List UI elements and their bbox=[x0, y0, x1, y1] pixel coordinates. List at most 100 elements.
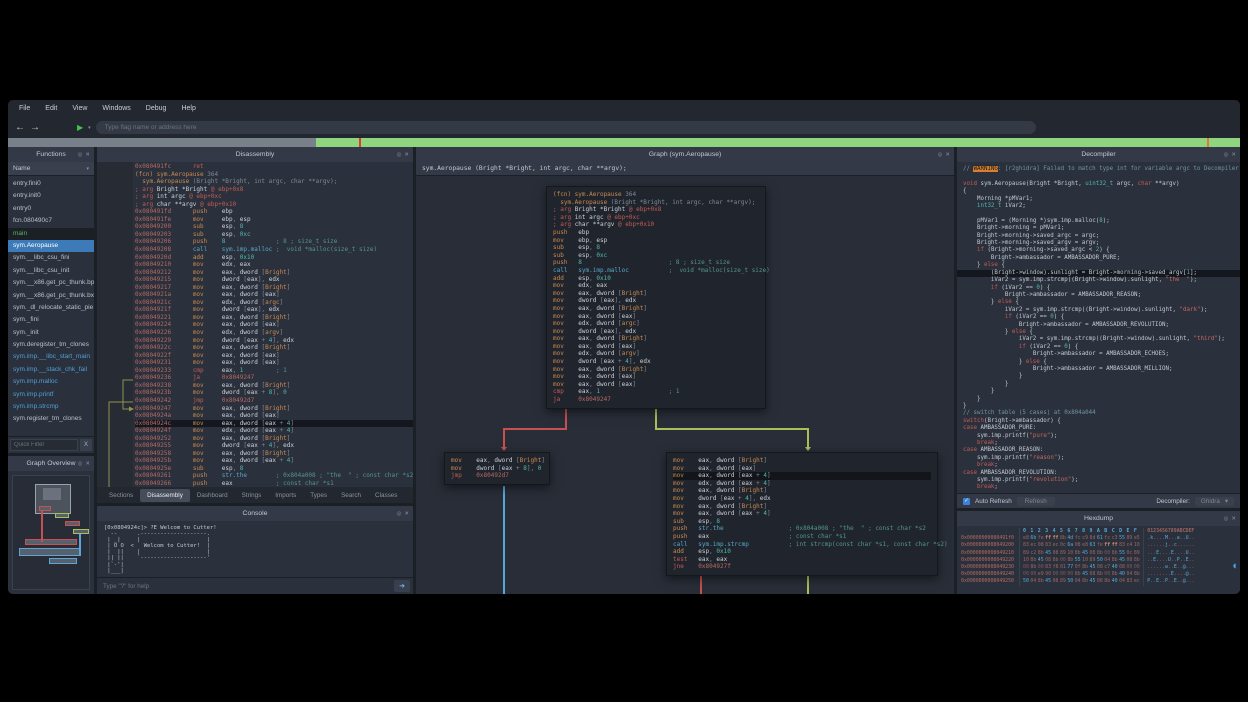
disassembly-line[interactable]: 0x0804921c mov edx, dword [argc] bbox=[135, 299, 413, 307]
close-icon[interactable]: ✕ bbox=[85, 461, 90, 467]
graph-overview-minimap[interactable] bbox=[12, 475, 90, 590]
decompiler-line[interactable]: } else { bbox=[963, 359, 1240, 366]
menu-windows[interactable]: Windows bbox=[102, 105, 130, 112]
decompiler-code[interactable]: // WARNING: [r2ghidra] Failed to match t… bbox=[957, 162, 1240, 493]
function-list-item[interactable]: sym.imp.printf bbox=[8, 389, 94, 401]
console-command-input[interactable] bbox=[97, 583, 394, 590]
decompiler-line[interactable]: } bbox=[963, 388, 1240, 395]
pin-icon[interactable]: ◎ bbox=[78, 461, 83, 467]
seek-bar[interactable] bbox=[8, 138, 1240, 147]
decompiler-line[interactable]: } else { bbox=[963, 329, 1240, 336]
disassembly-line[interactable]: 0x08049206 push 8 ; 8 ; size_t size bbox=[135, 238, 413, 246]
disassembly-line[interactable]: 0x08049226 mov edx, dword [argv] bbox=[135, 329, 413, 337]
function-list-item[interactable]: entry.fini0 bbox=[8, 178, 94, 190]
close-icon[interactable]: ✕ bbox=[945, 152, 950, 158]
disassembly-line[interactable]: 0x08049212 mov eax, dword [Bright] bbox=[135, 269, 413, 277]
tab-sections[interactable]: Sections bbox=[102, 489, 140, 502]
play-dropdown-caret-icon[interactable]: ▾ bbox=[88, 125, 91, 131]
decompiler-line[interactable] bbox=[963, 210, 1240, 217]
disassembly-view[interactable]: 0x080491fc ret(fcn) sym.Aeropause 364 sy… bbox=[97, 162, 413, 487]
decompiler-line[interactable]: Bright->ambassador = AMBASSADOR_REVOLUTI… bbox=[963, 322, 1240, 329]
menu-file[interactable]: File bbox=[19, 105, 30, 112]
function-list-item[interactable]: entry.init0 bbox=[8, 190, 94, 202]
decompiler-line[interactable]: sym.imp.printf("reason"); bbox=[963, 455, 1240, 462]
decompiler-line[interactable]: if (iVar2 == 0) { bbox=[963, 285, 1240, 292]
function-list-item[interactable]: sym._dl_relocate_static_pie bbox=[8, 302, 94, 314]
disassembly-line[interactable]: 0x0804922c mov eax, dword [Bright] bbox=[135, 344, 413, 352]
disassembly-line[interactable]: 0x0804925b mov eax, dword [eax + 4] bbox=[135, 457, 413, 465]
pin-icon[interactable]: ◎ bbox=[397, 511, 402, 517]
decompiler-line[interactable]: void sym.Aeropause(Bright *Bright, uint3… bbox=[963, 181, 1240, 188]
decompiler-line[interactable]: } bbox=[963, 373, 1240, 380]
refresh-button[interactable]: Refresh bbox=[1017, 497, 1055, 506]
disassembly-line[interactable]: 0x08049233 cmp eax, 1 ; 1 bbox=[135, 367, 413, 375]
decompiler-line[interactable]: iVar2 = sym.imp.strcmp((Bright->window).… bbox=[963, 277, 1240, 284]
disassembly-line[interactable]: 0x08049236 ja 0x8049247 bbox=[135, 374, 413, 382]
disassembly-line[interactable]: 0x08049217 mov eax, dword [Bright] bbox=[135, 284, 413, 292]
disassembly-line[interactable]: ; arg char **argv @ ebp+0x10 bbox=[135, 201, 413, 209]
decompiler-line[interactable]: break; bbox=[963, 462, 1240, 469]
disassembly-line[interactable]: 0x08049210 mov edx, eax bbox=[135, 261, 413, 269]
console-send-icon[interactable]: ➜ bbox=[394, 580, 410, 592]
decompiler-line[interactable]: case AMBASSADOR_REASON: bbox=[963, 447, 1240, 454]
disassembly-line[interactable]: 0x0804925e sub esp, 8 bbox=[135, 465, 413, 473]
disassembly-line[interactable]: 0x08049221 mov eax, dword [Bright] bbox=[135, 314, 413, 322]
function-list-item[interactable]: sym.Aeropause bbox=[8, 240, 94, 252]
function-list-item[interactable]: main bbox=[8, 228, 94, 240]
decompiler-line[interactable]: } bbox=[963, 396, 1240, 403]
tab-disassembly[interactable]: Disassembly bbox=[140, 489, 190, 502]
decompiler-line[interactable]: int32_t iVar2; bbox=[963, 203, 1240, 210]
menu-help[interactable]: Help bbox=[181, 105, 195, 112]
decompiler-line[interactable]: sym.imp.printf("pure"); bbox=[963, 433, 1240, 440]
decompiler-line[interactable] bbox=[963, 173, 1240, 180]
function-list-item[interactable]: sym.__x86.get_pc_thunk.bp bbox=[8, 277, 94, 289]
close-icon[interactable]: ✕ bbox=[404, 152, 409, 158]
function-list-item[interactable]: sym.imp.strcmp bbox=[8, 401, 94, 413]
decompiler-line[interactable]: switch(Bright->ambassador) { bbox=[963, 418, 1240, 425]
decompiler-line[interactable]: pMVar1 = (Morning *)sym.imp.malloc(8); bbox=[963, 218, 1240, 225]
disassembly-line[interactable]: 0x0804921f mov dword [eax], edx bbox=[135, 306, 413, 314]
decompiler-line[interactable]: break; bbox=[963, 484, 1240, 491]
tab-dashboard[interactable]: Dashboard bbox=[190, 489, 235, 502]
disassembly-line[interactable]: ; arg Bright *Bright @ ebp+0x8 bbox=[135, 186, 413, 194]
disassembly-line[interactable]: 0x08049258 mov eax, dword [Bright] bbox=[135, 450, 413, 458]
forward-arrow-icon[interactable]: → bbox=[30, 123, 40, 133]
disassembly-line[interactable]: 0x08049261 push str.the ; 0x804a008 ; "t… bbox=[135, 472, 413, 480]
function-list-item[interactable]: sym.register_tm_clones bbox=[8, 413, 94, 425]
function-list-item[interactable]: sym.imp.__stack_chk_fail bbox=[8, 364, 94, 376]
tab-strings[interactable]: Strings bbox=[235, 489, 269, 502]
disassembly-line[interactable]: 0x0804924f mov edx, dword [eax + 4] bbox=[135, 427, 413, 435]
disassembly-line[interactable]: 0x08049255 mov dword [eax + 4], edx bbox=[135, 442, 413, 450]
decompiler-select[interactable]: Ghidra ▾ bbox=[1195, 497, 1234, 506]
quick-filter-input[interactable] bbox=[10, 439, 78, 451]
function-list-item[interactable]: sym.__x86.get_pc_thunk.bx bbox=[8, 290, 94, 302]
disassembly-line[interactable]: 0x08049247 mov eax, dword [Bright] bbox=[135, 405, 413, 413]
decompiler-line[interactable]: } else { bbox=[963, 299, 1240, 306]
close-icon[interactable]: ✕ bbox=[85, 152, 90, 158]
disassembly-line[interactable]: 0x08049231 mov eax, dword [eax] bbox=[135, 359, 413, 367]
disassembly-line[interactable]: 0x0804920d add esp, 0x10 bbox=[135, 254, 413, 262]
decompiler-line[interactable]: Bright->morning->saved_argc = argc; bbox=[963, 233, 1240, 240]
disassembly-line[interactable]: 0x08049238 mov eax, dword [Bright] bbox=[135, 382, 413, 390]
graph-canvas[interactable]: (fcn) sym.Aeropause 364 sym.Aeropause (B… bbox=[416, 176, 954, 594]
decompiler-line[interactable]: Bright->morning->saved_argv = argv; bbox=[963, 240, 1240, 247]
function-list-item[interactable]: sym.__libc_csu_init bbox=[8, 265, 94, 277]
disassembly-line[interactable]: 0x0804923b mov dword [eax + 8], 0 bbox=[135, 389, 413, 397]
disassembly-line[interactable]: 0x08049200 sub esp, 8 bbox=[135, 223, 413, 231]
graph-node-entry[interactable]: (fcn) sym.Aeropause 364 sym.Aeropause (B… bbox=[546, 186, 766, 409]
decompiler-line[interactable]: // switch table (5 cases) at 0x804a044 bbox=[963, 410, 1240, 417]
decompiler-line[interactable]: Bright->ambassador = AMBASSADOR_PURE; bbox=[963, 255, 1240, 262]
disassembly-line[interactable]: 0x08049224 mov eax, dword [eax] bbox=[135, 321, 413, 329]
function-list-item[interactable]: fcn.080490c7 bbox=[8, 215, 94, 227]
menu-view[interactable]: View bbox=[72, 105, 87, 112]
close-icon[interactable]: ✕ bbox=[1231, 152, 1236, 158]
disassembly-line[interactable]: (fcn) sym.Aeropause 364 bbox=[135, 171, 413, 179]
decompiler-line[interactable]: } else { bbox=[963, 262, 1240, 269]
decompiler-line[interactable]: Bright->morning = pMVar1; bbox=[963, 225, 1240, 232]
disassembly-line[interactable]: 0x080491fc ret bbox=[135, 163, 413, 171]
disassembly-line[interactable]: ; arg int argc @ ebp+0xc bbox=[135, 193, 413, 201]
pin-icon[interactable]: ◎ bbox=[397, 152, 402, 158]
function-list-item[interactable]: sym.imp.__libc_start_main bbox=[8, 351, 94, 363]
function-list-item[interactable]: sym._fini bbox=[8, 314, 94, 326]
decompiler-line[interactable]: } bbox=[963, 381, 1240, 388]
